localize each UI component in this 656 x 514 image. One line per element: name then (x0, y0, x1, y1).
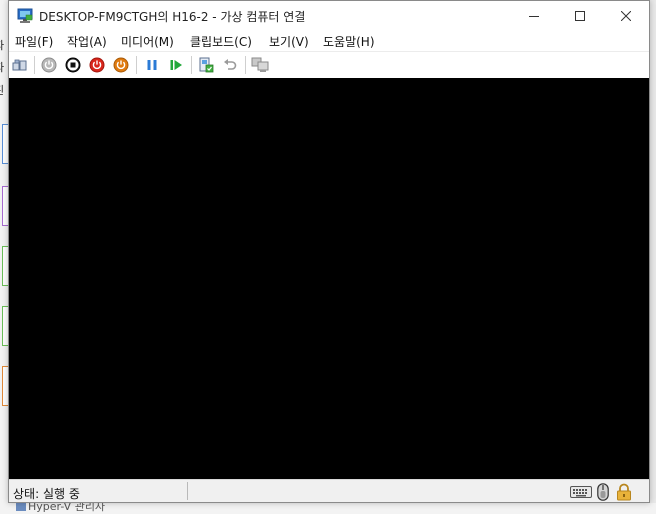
ctrl-alt-del-icon (12, 59, 27, 71)
menu-file[interactable]: 파일(F) (12, 33, 56, 50)
toolbar-separator (191, 56, 192, 74)
window-title: DESKTOP-FM9CTGH의 H16-2 - 가상 컴퓨터 연결 (39, 10, 306, 24)
vm-connect-icon (17, 8, 33, 24)
save-button[interactable] (112, 56, 130, 74)
resume-button[interactable] (167, 56, 185, 74)
vm-status: 상태: 실행 중 (13, 487, 80, 501)
power-save-icon (113, 57, 129, 73)
pause-icon (147, 60, 157, 70)
shutdown-icon (89, 57, 105, 73)
menu-action[interactable]: 작업(A) (64, 33, 110, 50)
resume-icon (170, 60, 182, 70)
turn-off-button[interactable] (64, 56, 82, 74)
background-label: 파 (0, 40, 4, 52)
mouse-icon (597, 483, 609, 501)
mouse-status (597, 483, 609, 501)
vm-display[interactable] (9, 78, 649, 479)
background-app-edge (650, 0, 656, 514)
toolbar (9, 51, 649, 78)
menu-media[interactable]: 미디어(M) (118, 33, 177, 50)
background-label: 핀 (0, 85, 4, 97)
shutdown-button[interactable] (88, 56, 106, 74)
start-button[interactable] (40, 56, 58, 74)
minimize-button[interactable] (511, 1, 557, 31)
enhanced-session-button[interactable] (251, 56, 269, 74)
background-footer-text: Hyper-V 관리자 (28, 503, 106, 513)
vm-connection-window: DESKTOP-FM9CTGH의 H16-2 - 가상 컴퓨터 연결 파일(F)… (8, 0, 650, 503)
turn-off-icon (65, 57, 81, 73)
background-label: 파 (0, 62, 4, 74)
close-button[interactable] (603, 1, 649, 31)
menu-help[interactable]: 도움말(H) (320, 33, 378, 50)
toolbar-separator (245, 56, 246, 74)
menu-bar: 파일(F) 작업(A) 미디어(M) 클립보드(C) 보기(V) 도움말(H) (9, 31, 649, 51)
keyboard-status (570, 483, 592, 501)
checkpoint-icon (199, 57, 214, 73)
status-separator (187, 482, 188, 500)
title-bar[interactable]: DESKTOP-FM9CTGH의 H16-2 - 가상 컴퓨터 연결 (9, 1, 649, 31)
minimize-icon (529, 16, 539, 17)
background-app-footer: Hyper-V 관리자 (0, 503, 656, 514)
revert-button[interactable] (221, 56, 239, 74)
close-icon (621, 11, 631, 21)
maximize-icon (575, 11, 585, 21)
pause-button[interactable] (143, 56, 161, 74)
checkpoint-button[interactable] (197, 56, 215, 74)
ctrl-alt-del-button[interactable] (11, 56, 29, 74)
maximize-button[interactable] (557, 1, 603, 31)
menu-clipboard[interactable]: 클립보드(C) (187, 33, 255, 50)
toolbar-separator (34, 56, 35, 74)
keyboard-icon (570, 486, 592, 498)
revert-icon (224, 59, 237, 70)
hyper-v-manager-icon (16, 503, 26, 511)
toolbar-separator (136, 56, 137, 74)
lock-status (616, 483, 632, 501)
status-bar: 상태: 실행 중 (9, 479, 649, 502)
lock-icon (617, 483, 631, 501)
enhanced-session-icon (251, 57, 269, 72)
start-icon (41, 57, 57, 73)
menu-view[interactable]: 보기(V) (266, 33, 312, 50)
